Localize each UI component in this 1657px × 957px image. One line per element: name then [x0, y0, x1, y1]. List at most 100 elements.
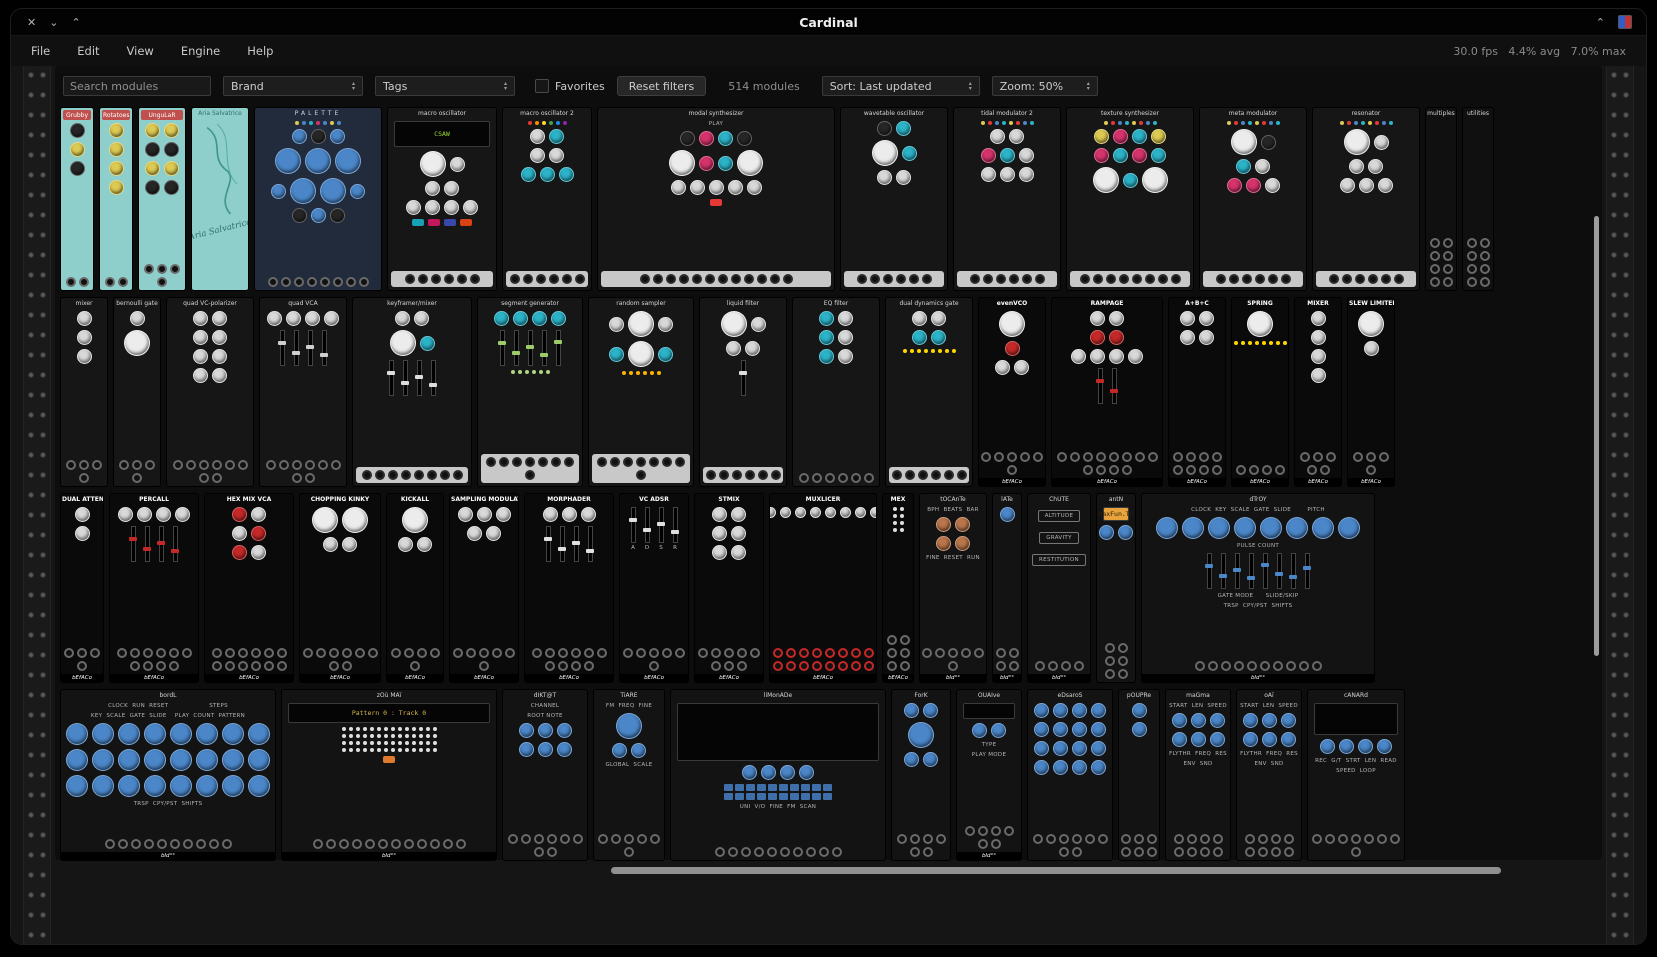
module-spring[interactable]: SPRINGbEfACo [1232, 298, 1288, 486]
slider[interactable] [546, 526, 551, 562]
module-zo-ma-[interactable]: zOù MAïPattern 0 : Track 0bId°° [282, 690, 496, 860]
menu-item-engine[interactable]: Engine [181, 44, 220, 58]
module-percall[interactable]: PERCALLbEfACo [110, 494, 198, 682]
slider[interactable] [159, 526, 164, 562]
module-tiare[interactable]: TiAREFM FREQ FINEGLOBAL SCALE [594, 690, 664, 860]
module-late[interactable]: lATebId°° [993, 494, 1021, 682]
slider[interactable] [528, 330, 533, 366]
module-mixer[interactable]: mixer [61, 298, 107, 486]
module-resonator[interactable]: resonator [1313, 108, 1419, 290]
slider[interactable] [322, 330, 327, 366]
slider[interactable]: A [631, 507, 636, 551]
menu-item-view[interactable]: View [127, 44, 154, 58]
module-modal-synthesizer[interactable]: modal synthesizerPLAY [598, 108, 834, 290]
menu-item-edit[interactable]: Edit [77, 44, 99, 58]
menu-item-help[interactable]: Help [247, 44, 273, 58]
slider[interactable] [574, 526, 579, 562]
module-limonade[interactable]: liMonADeUNI V/O FINE FM SCAN [671, 690, 885, 860]
reset-filters-button[interactable]: Reset filters [617, 76, 707, 96]
zoom-select[interactable]: Zoom: 50% ▴▾ [992, 76, 1098, 96]
module-tocante[interactable]: tOCAnTeBPH BEATS BARFINE RESET RUNbId°° [920, 494, 986, 682]
module-multiples[interactable]: multiples [1426, 108, 1456, 290]
slider[interactable] [389, 360, 394, 396]
slider[interactable] [500, 330, 505, 366]
sort-select[interactable]: Sort: Last updated ▴▾ [822, 76, 980, 96]
slider[interactable] [588, 526, 593, 562]
slider[interactable] [560, 526, 565, 562]
module-morphader[interactable]: MORPHADERbEfACo [525, 494, 613, 682]
slider[interactable] [1112, 368, 1117, 404]
search-input[interactable] [63, 76, 211, 96]
module-dikt-t[interactable]: dIKT@TCHANNELROOT NOTE [503, 690, 587, 860]
horizontal-scrollbar[interactable] [611, 867, 1501, 874]
module-tidal-modulator-2[interactable]: tidal modulator 2 [954, 108, 1060, 290]
favorites-checkbox[interactable] [535, 79, 549, 93]
slider[interactable] [514, 330, 519, 366]
menu-item-file[interactable]: File [31, 44, 50, 58]
slider[interactable] [1235, 553, 1240, 589]
module-canard[interactable]: cANARdREC G/T STRT LEN READSPEED LOOP [1308, 690, 1404, 860]
chevron-down-icon[interactable]: ⌄ [49, 16, 58, 29]
chevron-up-icon[interactable]: ⌃ [71, 16, 80, 29]
module-chopping-kinky[interactable]: CHOPPING KINKYbEfACo [300, 494, 380, 682]
slider[interactable] [1207, 553, 1212, 589]
slider[interactable] [1263, 553, 1268, 589]
close-icon[interactable]: ✕ [27, 16, 36, 29]
module-grubby[interactable]: Grubby [61, 108, 93, 290]
module-mex[interactable]: MEXbEfACo [883, 494, 913, 682]
module-rotatoes[interactable]: Rotatoes [100, 108, 132, 290]
module-texture-synthesizer[interactable]: texture synthesizer [1067, 108, 1193, 290]
module-vc-adsr[interactable]: VC ADSRADSRbEfACo [620, 494, 688, 682]
slider[interactable] [1291, 553, 1296, 589]
slider[interactable] [1249, 553, 1254, 589]
module-liquid-filter[interactable]: liquid filter [700, 298, 786, 486]
module-chute[interactable]: ChUTEALTITUDEGRAVITYRESTITUTIONbId°° [1028, 494, 1090, 682]
module-bernoulli-gate[interactable]: bernoulli gate [114, 298, 160, 486]
module-quad-vca[interactable]: quad VCA [260, 298, 346, 486]
slider[interactable] [294, 330, 299, 366]
module-mixer[interactable]: MIXERbEfACo [1295, 298, 1341, 486]
slider[interactable] [417, 360, 422, 396]
module-bordl[interactable]: bordLCLOCK RUN RESET STEPSKEY SCALE GATE… [61, 690, 275, 860]
module-segment-generator[interactable]: segment generator [478, 298, 582, 486]
module-utilities[interactable]: utilities [1463, 108, 1493, 290]
module-rampage[interactable]: RAMPAGEbEfACo [1052, 298, 1162, 486]
module-oa-[interactable]: oAïSTART LEN SPEEDFLYTHR FREQ RESENV SND [1237, 690, 1301, 860]
module-dual-attenuverter[interactable]: DUAL ATTENUVERTERbEfACo [61, 494, 103, 682]
slider[interactable] [1305, 553, 1310, 589]
module-sampling-modulator[interactable]: SAMPLING MODULATORbEfACo [450, 494, 518, 682]
brand-select[interactable]: Brand ▴▾ [223, 76, 363, 96]
module-aria-salvatrice[interactable]: Aria SalvatriceAria Salvatrice [192, 108, 248, 290]
module-poupre[interactable]: pOUPRe [1119, 690, 1159, 860]
slider[interactable] [431, 360, 436, 396]
module-slew-limiter[interactable]: SLEW LIMITERbEfACo [1348, 298, 1394, 486]
slider[interactable] [173, 526, 178, 562]
favorites-toggle[interactable]: Favorites [535, 79, 605, 93]
module-meta-modulator[interactable]: meta modulator [1200, 108, 1306, 290]
module-dual-dynamics-gate[interactable]: dual dynamics gate [886, 298, 972, 486]
module-magma[interactable]: maGmaSTART LEN SPEEDFLYTHR FREQ RESENV S… [1166, 690, 1230, 860]
slider[interactable] [280, 330, 285, 366]
slider[interactable] [1221, 553, 1226, 589]
slider[interactable]: R [673, 507, 678, 551]
module-stmix[interactable]: STMIXbEfACo [695, 494, 763, 682]
slider[interactable] [1098, 368, 1103, 404]
module-hex-mix-vca[interactable]: HEX MIX VCAbEfACo [205, 494, 293, 682]
module-quad-vc-polarizer[interactable]: quad VC-polarizer [167, 298, 253, 486]
module-edsaros[interactable]: eDsaroS [1028, 690, 1112, 860]
module-macro-oscillator[interactable]: macro oscillatorCSAW [388, 108, 496, 290]
module-random-sampler[interactable]: random sampler [589, 298, 693, 486]
module-evenvco[interactable]: evenVCObEfACo [979, 298, 1045, 486]
module-ouaive[interactable]: OUAIveTYPEPLAY MODEbId°° [957, 690, 1021, 860]
tags-select[interactable]: Tags ▴▾ [375, 76, 515, 96]
module-kickall[interactable]: KICKALLbEfACo [387, 494, 443, 682]
slider[interactable] [1277, 553, 1282, 589]
slider[interactable]: D [645, 507, 650, 551]
module-macro-oscillator-2[interactable]: macro oscillator 2 [503, 108, 591, 290]
module-palette[interactable]: PALETTE [255, 108, 381, 290]
slider[interactable] [308, 330, 313, 366]
expand-icon[interactable]: ⌃ [1596, 16, 1605, 29]
slider[interactable] [403, 360, 408, 396]
module-wavetable-oscillator[interactable]: wavetable oscillator [841, 108, 947, 290]
module-dtroy[interactable]: dTrOYCLOCK KEY SCALE GATE SLIDE PITCHPUL… [1142, 494, 1374, 682]
